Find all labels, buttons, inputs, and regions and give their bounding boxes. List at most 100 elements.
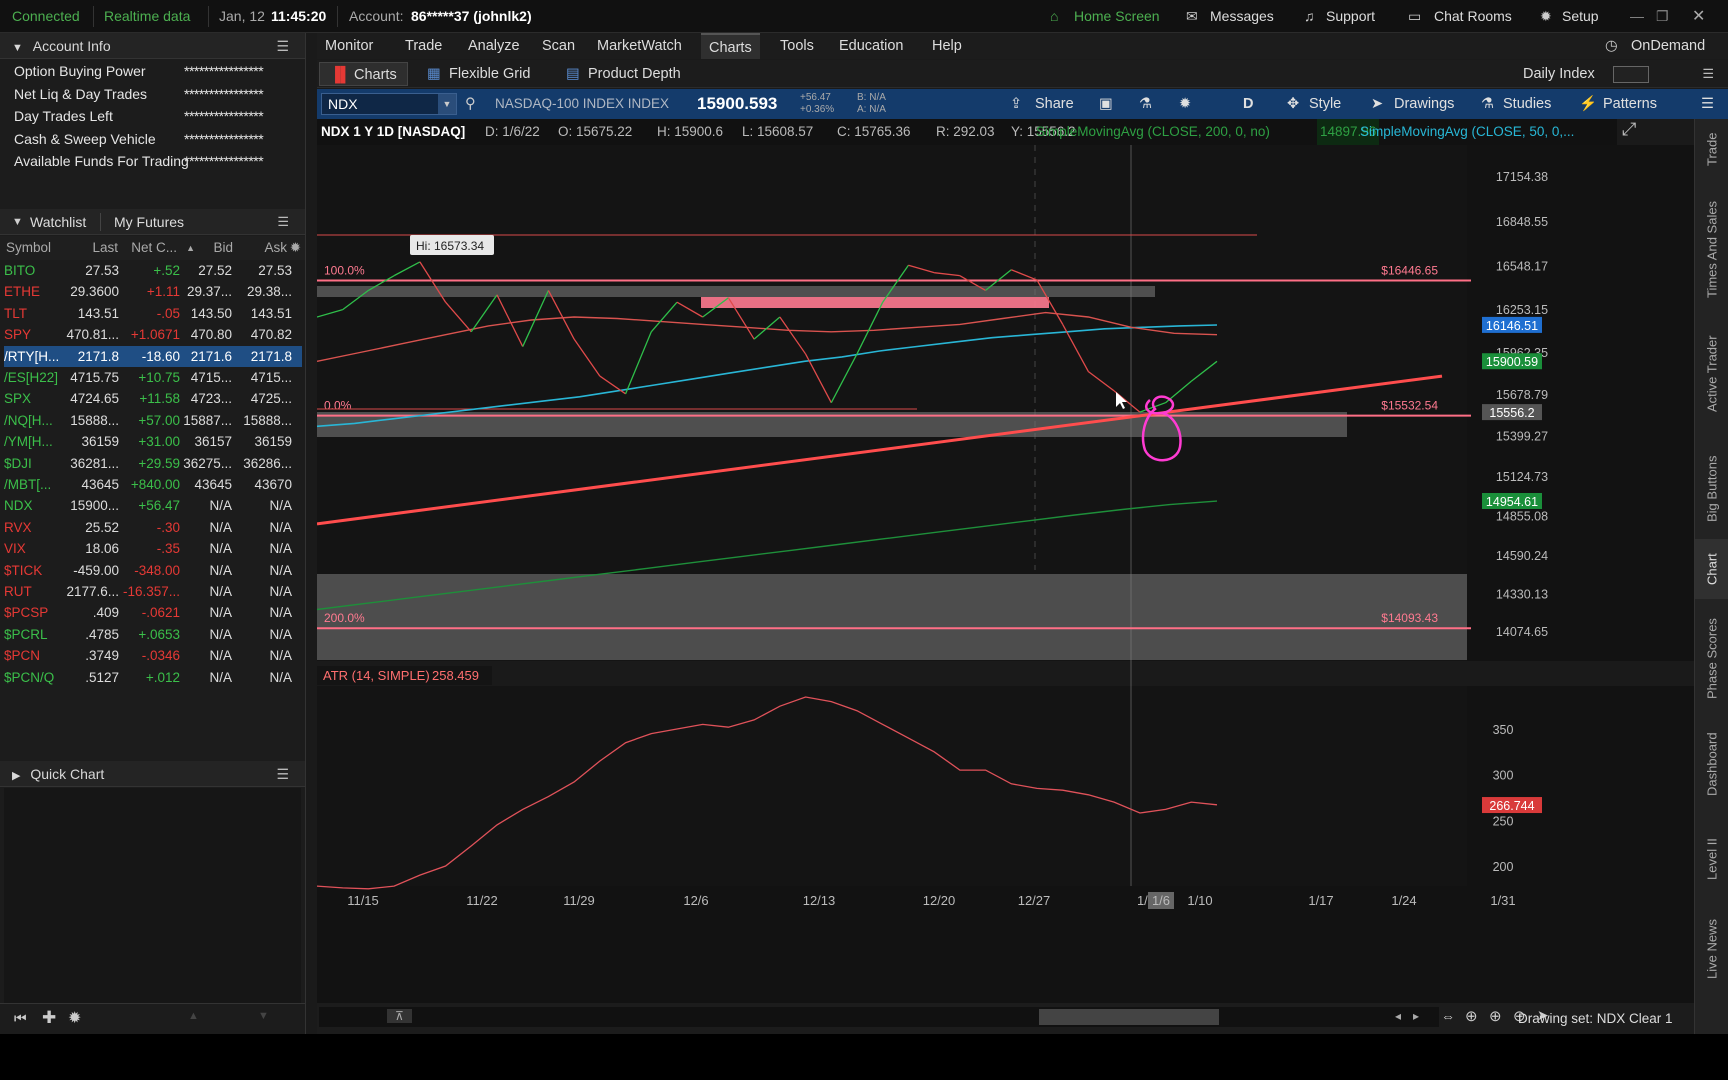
gear-icon[interactable]: ✹ <box>68 1008 81 1028</box>
watchlist-bid: 143.50 <box>190 305 232 321</box>
watchlist-row[interactable]: BITO 27.53 +.52 27.52 27.53 <box>4 260 302 281</box>
tab-watchlist[interactable]: Watchlist <box>30 209 86 235</box>
tab-times-and-sales[interactable]: Times And Sales <box>1695 189 1728 309</box>
nav-tools[interactable]: Tools <box>772 33 822 59</box>
account-selector[interactable]: 86*****37 (johnlk2) <box>411 0 532 33</box>
nav-monitor[interactable]: Monitor <box>317 33 381 59</box>
watchlist-row[interactable]: RUT 2177.6... -16.357... N/A N/A <box>4 581 302 602</box>
scrollbar-thumb[interactable] <box>1039 1009 1219 1025</box>
watchlist-row[interactable]: SPX 4724.65 +11.58 4723... 4725... <box>4 388 302 409</box>
nav-charts[interactable]: Charts <box>701 33 760 59</box>
watchlist-row[interactable]: /ES[H22] 4715.75 +10.75 4715... 4715... <box>4 367 302 388</box>
col-net-change[interactable]: Net C... <box>131 236 177 260</box>
gear-icon[interactable]: ✹ <box>290 236 301 260</box>
scroll-left-icon[interactable]: ◂ <box>1395 1009 1401 1023</box>
symbol-description: NASDAQ-100 INDEX INDEX <box>495 96 670 111</box>
watchlist-row[interactable]: NDX 15900... +56.47 N/A N/A <box>4 495 302 516</box>
menu-icon[interactable]: ☰ <box>277 209 289 235</box>
nav-marketwatch[interactable]: MarketWatch <box>589 33 690 59</box>
maximize-icon[interactable]: ❐ <box>1656 0 1669 33</box>
crosshair-icon[interactable]: ⊕ <box>1465 1007 1478 1025</box>
drawing-set-label[interactable]: Drawing set: NDX Clear 1 <box>1518 1003 1673 1034</box>
watchlist-last: .4785 <box>85 626 119 642</box>
watchlist-row[interactable]: /MBT[... 43645 +840.00 43645 43670 <box>4 474 302 495</box>
tab-active-trader[interactable]: Active Trader <box>1695 319 1728 429</box>
watchlist-row[interactable]: $PCN .3749 -.0346 N/A N/A <box>4 645 302 666</box>
account-info-header[interactable]: ▼ Account Info ☰ <box>0 33 305 59</box>
menu-icon[interactable]: ☰ <box>1701 89 1714 119</box>
scroll-right-icon[interactable]: ▸ <box>1413 1009 1419 1023</box>
watchlist-row[interactable]: /RTY[H... 2171.8 -18.60 2171.6 2171.8 <box>4 345 302 367</box>
setup-button[interactable]: Setup <box>1562 0 1599 33</box>
ondemand-button[interactable]: OnDemand <box>1623 33 1713 59</box>
calendar-icon[interactable]: ▣ <box>1099 89 1113 119</box>
link-icon[interactable]: ⚲ <box>465 89 476 119</box>
nav-scan[interactable]: Scan <box>534 33 583 59</box>
share-button[interactable]: Share <box>1035 89 1074 119</box>
watchlist-row[interactable]: $PCRL .4785 +.0653 N/A N/A <box>4 624 302 645</box>
gear-icon[interactable]: ✹ <box>1179 89 1191 119</box>
col-bid[interactable]: Bid <box>213 236 233 260</box>
chart-canvas[interactable]: 100.0% $16446.65 0.0% $15532.54 200.0% $14093… <box>317 145 1694 1003</box>
studies-button[interactable]: Studies <box>1503 89 1551 119</box>
tab-live-news[interactable]: Live News <box>1695 899 1728 999</box>
tab-level-ii[interactable]: Level II <box>1695 819 1728 899</box>
sma50-label[interactable]: SimpleMovingAvg (CLOSE, 50, 0,... <box>1360 119 1574 145</box>
daily-index-field[interactable] <box>1613 66 1649 83</box>
sma200-label[interactable]: SimpleMovingAvg (CLOSE, 200, 0, no) <box>1036 119 1270 145</box>
watchlist-row[interactable]: $PCN/Q .5127 +.012 N/A N/A <box>4 667 302 688</box>
watchlist-row[interactable]: ETHE 29.3600 +1.11 29.37... 29.38... <box>4 281 302 302</box>
style-button[interactable]: Style <box>1309 89 1341 119</box>
col-ask[interactable]: Ask <box>264 236 287 260</box>
watchlist-row[interactable]: RVX 25.52 -.30 N/A N/A <box>4 517 302 538</box>
messages-button[interactable]: Messages <box>1210 0 1274 33</box>
flask-icon[interactable]: ⚗ <box>1139 89 1152 119</box>
support-button[interactable]: Support <box>1326 0 1375 33</box>
watchlist-row[interactable]: /NQ[H... 15888... +57.00 15887... 15888... <box>4 410 302 431</box>
period-selector[interactable]: D <box>1243 89 1253 119</box>
horizontal-scrollbar[interactable] <box>319 1007 1439 1027</box>
nav-education[interactable]: Education <box>831 33 912 59</box>
watchlist-row[interactable]: SPY 470.81... +1.0671 470.80 470.82 <box>4 324 302 345</box>
scroll-down-icon[interactable]: ▼ <box>258 1010 269 1022</box>
tab-my-futures[interactable]: My Futures <box>114 209 184 235</box>
watchlist-row[interactable]: /YM[H... 36159 +31.00 36157 36159 <box>4 431 302 452</box>
symbol-input[interactable]: NDX ▼ <box>321 93 457 115</box>
tab-dashboard[interactable]: Dashboard <box>1695 709 1728 819</box>
watchlist-row[interactable]: $DJI 36281... +29.59 36275... 36286... <box>4 453 302 474</box>
home-screen-button[interactable]: Home Screen <box>1074 0 1160 33</box>
menu-icon[interactable]: ☰ <box>276 33 289 59</box>
pan-icon[interactable]: ⇔ <box>1441 1008 1455 1024</box>
subtab-flexible-grid[interactable]: ▦ Flexible Grid <box>415 62 540 86</box>
nav-help[interactable]: Help <box>924 33 970 59</box>
quick-chart-header[interactable]: ▶ Quick Chart ☰ <box>0 761 305 787</box>
patterns-button[interactable]: Patterns <box>1603 89 1657 119</box>
expand-icon[interactable]: ⤢ <box>1622 119 1636 140</box>
chevron-down-icon[interactable]: ▼ <box>438 94 456 114</box>
watchlist-row[interactable]: $PCSP .409 -.0621 N/A N/A <box>4 602 302 623</box>
minimize-icon[interactable]: — <box>1630 0 1644 33</box>
nav-analyze[interactable]: Analyze <box>460 33 528 59</box>
add-icon[interactable]: ✚ <box>42 1008 56 1028</box>
watchlist-row[interactable]: VIX 18.06 -.35 N/A N/A <box>4 538 302 559</box>
collapse-left-icon[interactable]: ⏮ <box>14 1010 27 1027</box>
collapse-bottom-icon[interactable]: ⊼ <box>387 1009 412 1023</box>
subtab-product-depth[interactable]: ▤ Product Depth <box>554 62 691 86</box>
menu-icon[interactable]: ☰ <box>1702 60 1714 88</box>
chat-rooms-button[interactable]: Chat Rooms <box>1434 0 1512 33</box>
menu-icon[interactable]: ☰ <box>276 761 289 787</box>
tab-phase-scores[interactable]: Phase Scores <box>1695 599 1728 719</box>
watchlist-row[interactable]: $TICK -459.00 -348.00 N/A N/A <box>4 560 302 581</box>
col-last[interactable]: Last <box>92 236 118 260</box>
zoom-in-icon[interactable]: ⊕ <box>1489 1007 1502 1025</box>
col-symbol[interactable]: Symbol <box>6 236 51 260</box>
scroll-up-icon[interactable]: ▲ <box>188 1010 199 1022</box>
tab-big-buttons[interactable]: Big Buttons <box>1695 439 1728 539</box>
tab-trade[interactable]: Trade <box>1695 119 1728 179</box>
subtab-charts[interactable]: ▐▌ Charts <box>319 62 408 86</box>
close-icon[interactable]: ✕ <box>1692 0 1705 33</box>
tab-chart[interactable]: Chart <box>1695 539 1728 599</box>
drawings-button[interactable]: Drawings <box>1394 89 1454 119</box>
watchlist-row[interactable]: TLT 143.51 -.05 143.50 143.51 <box>4 303 302 324</box>
nav-trade[interactable]: Trade <box>397 33 450 59</box>
